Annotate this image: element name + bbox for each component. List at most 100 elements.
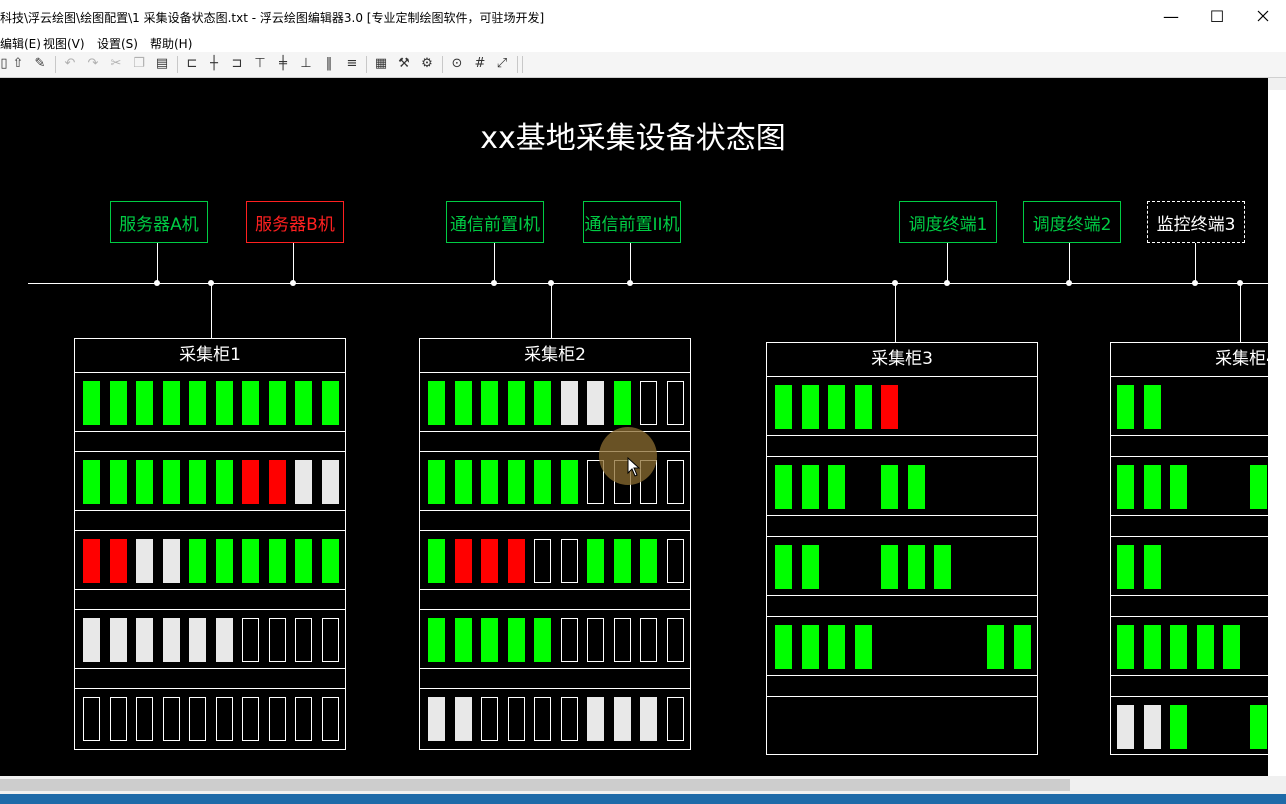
slot-on[interactable] — [775, 465, 792, 509]
drawer-3[interactable] — [1110, 536, 1286, 596]
drawer-5[interactable] — [419, 688, 691, 750]
drawer-2[interactable] — [74, 451, 346, 511]
slot-empty[interactable] — [321, 697, 339, 741]
slot-on[interactable] — [507, 460, 525, 504]
slot-on[interactable] — [1249, 705, 1267, 749]
slot-empty[interactable] — [321, 618, 339, 662]
slot-on[interactable] — [507, 618, 525, 662]
slot-on[interactable] — [109, 460, 127, 504]
slot-on[interactable] — [481, 381, 498, 425]
slot-err[interactable] — [109, 539, 127, 583]
slot-idle[interactable] — [136, 618, 153, 662]
slot-on[interactable] — [162, 381, 180, 425]
paste-icon[interactable]: ▤ — [154, 56, 170, 72]
slot-empty[interactable] — [162, 697, 180, 741]
slot-idle[interactable] — [560, 381, 578, 425]
slot-on[interactable] — [1117, 625, 1134, 669]
slot-on[interactable] — [1170, 625, 1187, 669]
slot-empty[interactable] — [640, 618, 657, 662]
node-comm-front-1[interactable]: 通信前置I机 — [446, 201, 544, 243]
slot-on[interactable] — [189, 539, 206, 583]
slot-empty[interactable] — [268, 618, 286, 662]
slot-empty[interactable] — [268, 697, 286, 741]
distribute-v-icon[interactable]: ≡ — [344, 56, 360, 72]
slot-on[interactable] — [136, 460, 153, 504]
slot-on[interactable] — [1117, 465, 1134, 509]
slot-idle[interactable] — [295, 460, 312, 504]
drawer-1[interactable] — [419, 372, 691, 432]
slot-on[interactable] — [454, 460, 472, 504]
drawer-3[interactable] — [766, 536, 1038, 596]
slot-on[interactable] — [640, 539, 657, 583]
slot-on[interactable] — [428, 460, 445, 504]
slot-idle[interactable] — [109, 618, 127, 662]
slot-on[interactable] — [268, 539, 286, 583]
drawer-3[interactable] — [419, 530, 691, 590]
slot-on[interactable] — [828, 465, 845, 509]
slot-idle[interactable] — [640, 697, 657, 741]
slot-on[interactable] — [881, 465, 898, 509]
cabinet-2[interactable]: 采集柜2 — [419, 338, 691, 750]
align-left-icon[interactable]: ⊏ — [184, 56, 200, 72]
slot-empty[interactable] — [295, 697, 312, 741]
align-right-icon[interactable]: ⊐ — [229, 56, 245, 72]
drawer-2[interactable] — [766, 456, 1038, 516]
slot-on[interactable] — [775, 385, 792, 429]
drawer-4[interactable] — [419, 609, 691, 669]
slot-idle[interactable] — [162, 618, 180, 662]
slot-empty[interactable] — [666, 460, 684, 504]
slot-on[interactable] — [295, 381, 312, 425]
drawing-canvas[interactable]: xx基地采集设备状态图 服务器A机 服务器B机 通信前置I机 通信前置II机 调… — [0, 78, 1286, 776]
slot-on[interactable] — [215, 381, 233, 425]
slot-on[interactable] — [83, 381, 100, 425]
slot-empty[interactable] — [666, 618, 684, 662]
slot-on[interactable] — [189, 381, 206, 425]
slot-idle[interactable] — [587, 381, 604, 425]
menu-settings[interactable]: 设置(S) — [97, 35, 138, 52]
slot-empty[interactable] — [189, 697, 206, 741]
grid-icon[interactable]: # — [472, 56, 488, 72]
menu-edit[interactable]: 编辑(E) — [0, 35, 41, 52]
fullscreen-icon[interactable]: ⤢ — [494, 56, 510, 72]
slot-empty[interactable] — [295, 618, 312, 662]
slot-on[interactable] — [295, 539, 312, 583]
scroll-up-button[interactable] — [1268, 78, 1286, 90]
menu-help[interactable]: 帮助(H) — [150, 35, 192, 52]
pen-icon[interactable]: ✎ — [32, 56, 48, 72]
cabinet-4[interactable]: 采集柜4 — [1110, 342, 1286, 755]
slot-on[interactable] — [775, 545, 792, 589]
slot-on[interactable] — [242, 539, 259, 583]
slot-empty[interactable] — [507, 697, 525, 741]
horizontal-scrollbar[interactable] — [0, 776, 1286, 794]
slot-on[interactable] — [1223, 625, 1240, 669]
slot-idle[interactable] — [587, 697, 604, 741]
slot-on[interactable] — [828, 385, 845, 429]
slot-on[interactable] — [534, 618, 551, 662]
slot-on[interactable] — [1170, 465, 1187, 509]
slot-on[interactable] — [801, 625, 819, 669]
cabinet-1[interactable]: 采集柜1 — [74, 338, 346, 750]
slot-on[interactable] — [242, 381, 259, 425]
slot-on[interactable] — [215, 460, 233, 504]
slot-idle[interactable] — [1143, 705, 1161, 749]
slot-on[interactable] — [587, 539, 604, 583]
slot-on[interactable] — [560, 460, 578, 504]
slot-on[interactable] — [1249, 465, 1267, 509]
slot-on[interactable] — [934, 545, 951, 589]
slot-on[interactable] — [189, 460, 206, 504]
slot-on[interactable] — [1143, 545, 1161, 589]
slot-on[interactable] — [321, 539, 339, 583]
node-server-b[interactable]: 服务器B机 — [246, 201, 344, 243]
slot-on[interactable] — [1013, 625, 1031, 669]
slot-on[interactable] — [775, 625, 792, 669]
slot-empty[interactable] — [534, 539, 551, 583]
close-button[interactable] — [1240, 0, 1286, 32]
slot-on[interactable] — [507, 381, 525, 425]
upload-icon[interactable]: ⇧ — [10, 56, 26, 72]
slot-err[interactable] — [881, 385, 898, 429]
slot-empty[interactable] — [242, 697, 259, 741]
slot-empty[interactable] — [640, 381, 657, 425]
undo-icon[interactable]: ↶ — [62, 56, 78, 72]
slot-on[interactable] — [1143, 465, 1161, 509]
slot-on[interactable] — [1143, 625, 1161, 669]
